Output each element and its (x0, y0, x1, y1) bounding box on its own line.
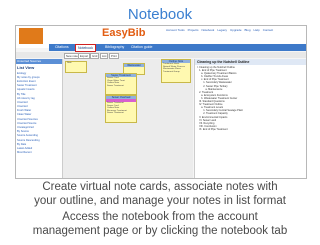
top-link[interactable]: Projects (188, 28, 199, 32)
caption-line: Access the notebook from the account (62, 211, 258, 223)
brand-name[interactable]: EasyBib (102, 27, 145, 39)
card-line: Sewer Treatment (107, 112, 124, 115)
top-links: Account Tools Projects Notebook Legacy U… (166, 28, 273, 32)
card-header: Wastewater (124, 64, 144, 67)
tab-citations[interactable]: Citations (53, 44, 71, 51)
card-line: Treatment Group (163, 70, 180, 73)
screenshot-frame: EasyBib Account Tools Projects Notebook … (15, 25, 307, 179)
note-card[interactable]: Outline Note Treatment Sheet Natural Wat… (161, 59, 191, 83)
sidebar: Unsorted Sources List View Ecology My not… (16, 59, 63, 178)
caption-line: Create virtual note cards, associate not… (42, 181, 278, 193)
top-link[interactable]: Account Tools (166, 28, 185, 32)
top-link[interactable]: Help (254, 28, 260, 32)
caption-create: Create virtual note cards, associate not… (0, 180, 320, 208)
top-link[interactable]: Blog (245, 28, 251, 32)
caption-access: Access the notebook from the account man… (0, 210, 320, 238)
sidebar-list: Ecology My notes by groups Extinction Even… (16, 71, 62, 155)
logo-icon[interactable] (19, 28, 43, 44)
note-card[interactable]: Sewer Overload Sewer Treatment Sewer Car… (105, 95, 137, 123)
tab-citation-guide[interactable]: Citation guide (129, 44, 154, 51)
outline-panel: Cleaning up the Nutshell Outline I. Clea… (194, 59, 306, 178)
outline-row[interactable]: IX. End of Pipe Treatment (197, 128, 305, 131)
note-card[interactable]: Sewer Treatment Sewer Card Clean Water T… (105, 73, 137, 95)
nav-bar: Citations Notebook Bibliography Citation… (49, 44, 306, 52)
tab-notebook[interactable]: Notebook (75, 44, 96, 52)
toolbar: New note Export Grid List Print (16, 52, 306, 59)
card-line: Sewer Treatment (107, 84, 124, 87)
caption-line: management page or by clicking the noteb… (32, 225, 288, 237)
sidebar-title: List View (17, 65, 35, 70)
caption-line: your outline, and manage your notes in l… (34, 195, 286, 207)
sidebar-item[interactable]: Most Recent (16, 151, 62, 155)
notecard-canvas[interactable]: Note Wastewater Outline Note Treatment S… (63, 59, 193, 178)
top-link[interactable]: Notebook (201, 28, 214, 32)
outline-list: I. Cleaning up the Nutshell Outline 1. E… (195, 65, 306, 132)
top-link[interactable]: Contact (263, 28, 273, 32)
top-link[interactable]: Upgrade (230, 28, 242, 32)
note-card[interactable]: Note (65, 61, 87, 73)
page-title: Notebook (127, 6, 193, 23)
top-link[interactable]: Legacy (217, 28, 227, 32)
card-line: Note (67, 62, 72, 64)
tab-bibliography[interactable]: Bibliography (103, 44, 126, 51)
